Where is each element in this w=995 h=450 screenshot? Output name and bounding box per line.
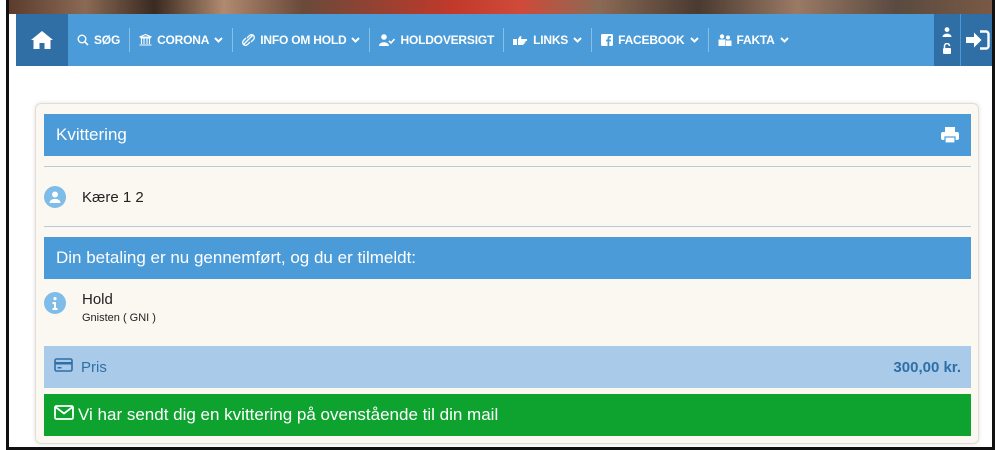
greeting-text: Kære 1 2	[82, 188, 144, 206]
nav-item-info-om-hold[interactable]: INFO OM HOLD	[233, 14, 369, 66]
nav-item-holdoversigt[interactable]: HOLDOVERSIGT	[370, 14, 503, 66]
nav-item-label: LINKS	[533, 33, 569, 47]
user-check-icon	[379, 34, 396, 46]
confirmation-text: Din betaling er nu gennemført, og du er …	[56, 248, 417, 267]
header-banner-image	[6, 0, 995, 14]
users-icon	[718, 34, 732, 46]
chevron-down-icon	[351, 37, 361, 43]
nav-item-links[interactable]: LINKS	[504, 14, 591, 66]
info-icon	[44, 292, 66, 314]
lock-icon	[943, 42, 951, 54]
home-button[interactable]	[16, 14, 68, 66]
price-label: Pris	[81, 358, 107, 376]
nav-item-label: CORONA	[157, 33, 210, 47]
nav-item-label: INFO OM HOLD	[260, 33, 347, 47]
search-icon	[77, 34, 89, 46]
nav-item-label: FACEBOOK	[618, 33, 685, 47]
envelope-icon	[54, 405, 74, 425]
nav-item-label: FAKTA	[736, 33, 775, 47]
sign-in-icon	[966, 30, 990, 50]
main-navbar: SØG CORONA INFO OM HOLD HOLDOVERSIGT LIN…	[16, 14, 995, 66]
nav-item-fakta[interactable]: FAKTA	[709, 14, 798, 66]
account-button[interactable]	[934, 14, 960, 66]
mail-message: Vi har sendt dig en kvittering på ovenst…	[78, 405, 499, 424]
login-button[interactable]	[961, 14, 995, 66]
hand-pointer-icon	[513, 35, 528, 46]
building-icon	[139, 34, 152, 46]
link-icon	[242, 34, 256, 46]
print-icon	[941, 127, 959, 144]
hold-value: Gnisten ( GNI )	[82, 312, 156, 324]
print-button[interactable]	[941, 127, 959, 148]
home-icon	[31, 31, 53, 49]
nav-item-facebook[interactable]: FACEBOOK	[592, 14, 707, 66]
nav-item-search[interactable]: SØG	[68, 14, 129, 66]
confirmation-bar: Din betaling er nu gennemført, og du er …	[44, 237, 971, 279]
chevron-down-icon	[779, 37, 789, 43]
hold-row: Hold Gnisten ( GNI )	[44, 290, 971, 334]
receipt-title: Kvittering	[56, 125, 127, 144]
nav-item-corona[interactable]: CORONA	[130, 14, 232, 66]
credit-card-icon	[54, 358, 73, 376]
chevron-down-icon	[573, 37, 582, 43]
divider	[44, 166, 971, 167]
chevron-down-icon	[214, 37, 223, 43]
divider	[44, 226, 971, 227]
receipt-header: Kvittering	[44, 114, 971, 156]
receipt-card: Kvittering Kære 1 2 Din betaling er nu g…	[35, 103, 979, 444]
user-icon	[942, 26, 952, 37]
nav-right-actions	[934, 14, 995, 66]
chevron-down-icon	[689, 37, 699, 43]
greeting-row: Kære 1 2	[44, 184, 971, 210]
price-value: 300,00 kr.	[893, 358, 961, 376]
hold-label: Hold	[82, 291, 113, 308]
facebook-icon	[601, 34, 614, 46]
price-bar: Pris 300,00 kr.	[44, 346, 971, 388]
nav-item-label: SØG	[94, 33, 121, 47]
mail-confirmation-bar: Vi har sendt dig en kvittering på ovenst…	[44, 394, 971, 436]
user-circle-icon	[44, 186, 66, 208]
nav-item-label: HOLDOVERSIGT	[400, 33, 495, 47]
